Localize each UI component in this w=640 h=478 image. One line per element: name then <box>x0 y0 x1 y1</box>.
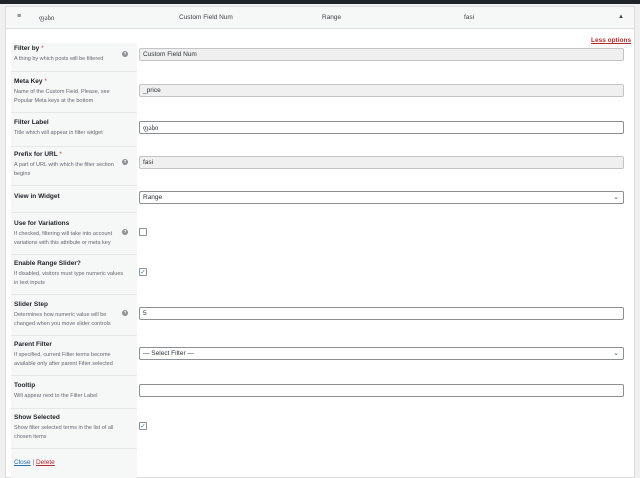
header-label: ფასი <box>39 15 55 22</box>
question-circle-icon[interactable]: ? <box>122 51 128 57</box>
admin-top-bar <box>0 0 640 4</box>
desc-slider-step: Determines how numeric value will be cha… <box>14 312 111 327</box>
variations-checkbox[interactable] <box>139 228 147 236</box>
hamburger-icon[interactable]: ≡ <box>17 13 21 20</box>
triangle-up-icon[interactable]: ▲ <box>618 14 624 20</box>
label-slider-step: Slider Step <box>14 301 48 308</box>
parent-filter-value: — Select Filter — <box>143 350 194 357</box>
divider <box>11 146 137 147</box>
divider <box>11 112 137 113</box>
view-select[interactable]: Range ⌄ <box>139 191 624 204</box>
checkmark-icon: ✓ <box>140 269 146 276</box>
view-select-value: Range <box>143 194 163 201</box>
question-circle-icon[interactable]: ? <box>122 159 128 165</box>
less-options-link[interactable]: Less options <box>591 37 631 44</box>
desc-tooltip: Will appear next to the Filter Label <box>14 393 98 399</box>
header-view: Range <box>322 14 342 21</box>
show-selected-checkbox[interactable]: ✓ <box>139 422 147 430</box>
divider <box>11 185 137 186</box>
divider <box>11 375 137 376</box>
desc-range-slider: If disabled, visitors must type numeric … <box>14 271 124 286</box>
desc-prefix: A part of URL with which the filter sect… <box>14 162 114 177</box>
filter-label-input[interactable]: ფასი <box>139 121 624 134</box>
prefix-field[interactable]: fasi <box>139 156 624 169</box>
chevron-down-icon: ⌄ <box>613 350 619 357</box>
question-circle-icon[interactable]: ? <box>122 310 128 316</box>
label-parent-filter: Parent Filter <box>14 341 52 348</box>
label-show-selected: Show Selected <box>14 414 60 421</box>
label-filter-by: Filter by * <box>14 45 44 52</box>
slider-step-input[interactable]: 5 <box>139 307 624 320</box>
divider <box>11 71 137 72</box>
chevron-down-icon: ⌄ <box>613 194 619 201</box>
divider <box>11 212 137 213</box>
filter-panel: ≡ ფასი Custom Field Num Range fasi ▲ Les… <box>5 6 635 478</box>
desc-parent-filter: If specified, current Filter terms becom… <box>14 352 113 367</box>
divider <box>11 254 137 255</box>
desc-variations: If checked, filtering will take into acc… <box>14 231 113 246</box>
desc-filter-by: A thing by which posts will be filtered <box>14 56 104 62</box>
close-link[interactable]: Close <box>14 459 31 466</box>
divider <box>11 294 137 295</box>
desc-filter-label: Title which will appear in filter widget <box>14 130 103 136</box>
question-circle-icon[interactable]: ? <box>122 229 128 235</box>
divider <box>11 448 137 449</box>
meta-key-field[interactable]: _price <box>139 84 624 97</box>
desc-meta-key: Name of the Custom Field. Please, see Po… <box>14 89 110 104</box>
label-prefix: Prefix for URL * <box>14 151 62 158</box>
range-slider-checkbox[interactable]: ✓ <box>139 268 147 276</box>
header-prefix: fasi <box>464 14 475 21</box>
delete-link[interactable]: Delete <box>36 459 55 466</box>
label-meta-key: Meta Key * <box>14 78 47 85</box>
checkmark-icon: ✓ <box>140 423 146 430</box>
label-variations: Use for Variations <box>14 220 70 227</box>
actions-separator: | <box>32 459 35 466</box>
panel-actions: Close | Delete <box>14 459 55 466</box>
label-tooltip: Tooltip <box>14 382 36 389</box>
filter-header-row[interactable]: ≡ ფასი Custom Field Num Range fasi ▲ <box>6 7 634 29</box>
divider <box>11 335 137 336</box>
label-range-slider: Enable Range Slider? <box>14 260 81 267</box>
header-type: Custom Field Num <box>179 14 233 21</box>
label-view: View in Widget <box>14 193 60 200</box>
filter-by-field[interactable]: Custom Field Num <box>139 48 624 61</box>
parent-filter-select[interactable]: — Select Filter — ⌄ <box>139 347 624 360</box>
divider <box>11 408 137 409</box>
desc-show-selected: Show filter selected terms in the list o… <box>14 425 114 440</box>
tooltip-input[interactable] <box>139 384 624 397</box>
label-filter-label: Filter Label <box>14 119 49 126</box>
